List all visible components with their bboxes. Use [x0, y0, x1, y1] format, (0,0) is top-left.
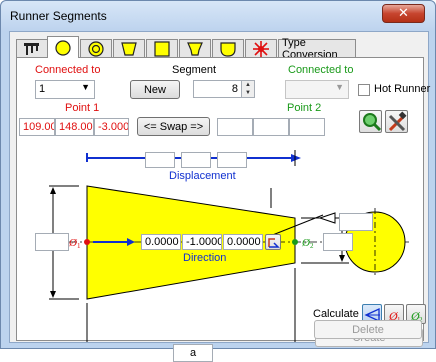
segment-diagram: Ø 1 Ø 2	[49, 150, 409, 342]
tab-type-conversion[interactable]: Type Conversion	[278, 37, 356, 61]
diameter2-subscript: 2	[310, 242, 314, 250]
segment-type-tabs: Type Conversion	[16, 36, 426, 61]
displacement-label: Displacement	[169, 170, 236, 182]
point1-marker	[84, 239, 90, 245]
displacement-x-field[interactable]	[145, 152, 175, 168]
diameter1-subscript: 1	[77, 242, 81, 250]
square-shape-icon	[154, 41, 170, 57]
angle-symbol	[318, 212, 336, 224]
u-shape-icon	[220, 42, 236, 57]
runner-segments-window: Runner Segments ✕ Type Conversion Connec…	[0, 0, 436, 362]
pick-direction-icon	[268, 238, 280, 248]
direction-z-field[interactable]: 0.0000	[223, 234, 263, 250]
close-button[interactable]: ✕	[382, 4, 425, 23]
circle-shape-icon	[55, 39, 71, 56]
calculate-label: Calculate	[313, 308, 359, 320]
direction-x-field[interactable]: 0.0000	[141, 234, 181, 250]
tab-trapezoid[interactable]	[113, 39, 145, 58]
angle-field[interactable]	[339, 213, 373, 231]
dialog-client-area: Type Conversion Connected to 1 ▼ Segment…	[9, 31, 430, 362]
tab-double-circle[interactable]	[80, 39, 112, 58]
diameter2-field[interactable]	[323, 233, 353, 251]
diameter1-field[interactable]	[35, 233, 69, 251]
dim-arrowhead	[50, 291, 56, 298]
tab-circle[interactable]	[47, 36, 79, 58]
runner-tree-icon	[24, 43, 39, 55]
length-field[interactable]: a	[173, 344, 213, 362]
pick-direction-button[interactable]	[265, 234, 281, 250]
point2-marker	[292, 239, 298, 245]
direction-label: Direction	[183, 252, 227, 264]
displacement-z-field[interactable]	[217, 152, 247, 168]
trapezoid-wide-shape-icon	[187, 42, 203, 56]
tab-hot-runner[interactable]	[245, 39, 277, 58]
tab-segment-list[interactable]	[16, 39, 48, 58]
dim-arrowhead	[339, 255, 345, 262]
dim-arrowhead	[50, 187, 56, 194]
direction-y-field[interactable]: -1.0000	[182, 234, 222, 250]
title-bar: Runner Segments ✕	[1, 1, 435, 31]
tab-u-shape[interactable]	[212, 39, 244, 58]
tab-rectangle[interactable]	[146, 39, 178, 58]
double-circle-shape-icon	[88, 41, 104, 57]
tab-wide-trapezoid[interactable]	[179, 39, 211, 58]
displacement-y-field[interactable]	[181, 152, 211, 168]
displacement-arrowhead	[291, 154, 301, 162]
window-title: Runner Segments	[10, 9, 107, 23]
delete-button[interactable]: Delete	[314, 320, 422, 339]
tab-page-circle: Connected to 1 ▼ Segment New 8 ▲ ▼ Conne…	[16, 57, 430, 362]
trapezoid-shape-icon	[121, 42, 137, 56]
hot-runner-burst-icon	[253, 41, 269, 57]
